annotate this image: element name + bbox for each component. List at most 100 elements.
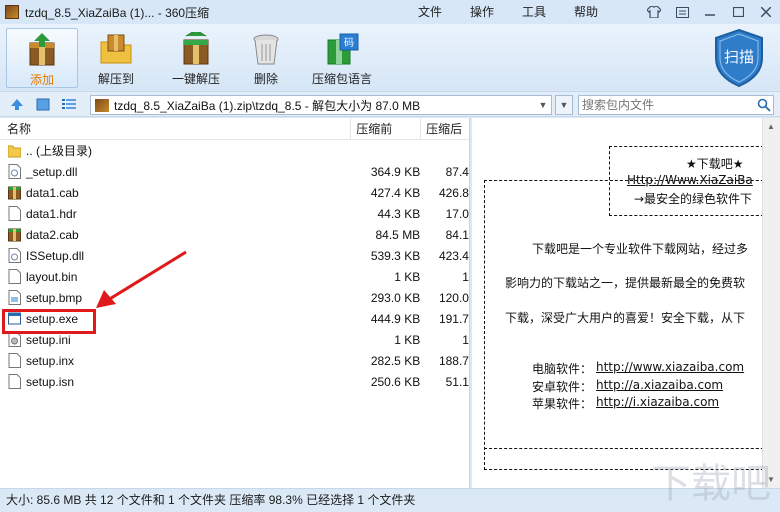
column-size-after[interactable]: 压缩后 <box>421 118 469 139</box>
file-name: setup.inx <box>26 353 75 368</box>
archive-language-icon: 码 <box>327 33 359 65</box>
preview-link-apple[interactable]: http://i.xiazaiba.com <box>596 395 719 409</box>
one-click-extract-button[interactable]: 一键解压 <box>160 28 232 88</box>
file-row[interactable]: data2.cab 84.5 MB 84.1 <box>0 224 469 245</box>
file-size-before: 84.5 MB <box>375 227 421 242</box>
file-icon <box>8 353 21 368</box>
search-icon[interactable] <box>757 98 771 112</box>
menu-tools[interactable]: 工具 <box>508 0 560 24</box>
file-size-after: 120.0 <box>438 290 469 305</box>
cab-archive-icon <box>8 185 21 200</box>
file-size-before: 282.5 KB <box>370 353 421 368</box>
cab-archive-icon <box>8 227 21 242</box>
up-arrow-icon[interactable] <box>10 98 24 111</box>
file-size-after: 84.1 <box>445 227 469 242</box>
file-icon <box>8 374 21 389</box>
preview-header-title: ★下载吧★ <box>686 157 744 171</box>
preview-link-label-pc: 电脑软件： <box>532 362 593 376</box>
file-size-before: 364.9 KB <box>370 164 421 179</box>
file-size-before: 1 KB <box>394 269 421 284</box>
preview-paragraph-1: 下载吧是一个专业软件下载网站，经过多 <box>532 242 749 256</box>
file-list-header: 名称 压缩前 压缩后 <box>0 118 469 140</box>
add-button[interactable]: 添加 <box>6 28 78 88</box>
search-input[interactable] <box>582 96 752 114</box>
preview-link-label-apple: 苹果软件： <box>532 397 593 411</box>
preview-link-label-android: 安卓软件： <box>532 380 593 394</box>
file-icon <box>8 269 21 284</box>
file-row[interactable]: data1.cab 427.4 KB 426.8 <box>0 182 469 203</box>
menu-file[interactable]: 文件 <box>404 0 456 24</box>
file-row[interactable]: ISSetup.dll 539.3 KB 423.4 <box>0 245 469 266</box>
window-controls <box>640 0 780 24</box>
file-row[interactable]: layout.bin 1 KB 1 <box>0 266 469 287</box>
search-field <box>578 95 774 115</box>
preview-header-url[interactable]: Http://Www.XiaZaiBa <box>627 173 753 187</box>
app-logo-icon <box>5 5 19 19</box>
preview-link-android[interactable]: http://a.xiazaiba.com <box>596 378 723 392</box>
file-list: .. (上级目录) _setup.dll 364.9 KB 87.4 data1.cab… <box>0 140 469 392</box>
menu-help[interactable]: 帮助 <box>560 0 612 24</box>
file-row[interactable]: setup.bmp 293.0 KB 120.0 <box>0 287 469 308</box>
preview-paragraph-2: 影响力的下载站之一，提供最新最全的免费软 <box>505 276 746 290</box>
preview-paragraph-3: 下载，深受广大用户的喜爱！安全下载，从下 <box>505 311 746 325</box>
preview-header-slogan: →最安全的绿色软件下 <box>634 192 753 206</box>
menu-bar: 文件 操作 工具 帮助 <box>404 0 612 24</box>
file-size-before: 44.3 KB <box>377 206 421 221</box>
thumbnail-view-icon[interactable] <box>36 98 50 111</box>
archive-language-label: 压缩包语言 <box>311 72 372 86</box>
svg-text:下载吧: 下载吧 <box>651 461 771 507</box>
preview-scrollbar[interactable]: ▲ ▼ <box>762 118 780 488</box>
image-file-icon <box>8 290 21 305</box>
extract-to-button[interactable]: 解压到 <box>80 28 152 88</box>
delete-label: 删除 <box>253 72 278 86</box>
toolbar: 添加 解压到 一键解压 删除 码 压缩包语言 <box>0 24 780 90</box>
maximize-icon[interactable] <box>724 0 752 24</box>
file-row[interactable]: setup.inx 282.5 KB 188.7 <box>0 350 469 371</box>
scroll-up-icon[interactable]: ▲ <box>767 122 775 131</box>
file-size-after: 188.7 <box>438 353 469 368</box>
file-name: data1.cab <box>26 185 79 200</box>
file-row[interactable]: .. (上级目录) <box>0 140 469 161</box>
file-size-before: 427.4 KB <box>370 185 421 200</box>
add-label: 添加 <box>29 73 54 87</box>
archive-language-button[interactable]: 码 压缩包语言 <box>304 28 380 88</box>
title-bar: tzdq_8.5_XiaZaiBa (1)... - 360压缩 文件 操作 工… <box>0 0 780 24</box>
preview-pane: ★下载吧★ Http://Www.XiaZaiBa →最安全的绿色软件下 下载吧… <box>472 118 762 488</box>
svg-text:码: 码 <box>344 37 354 49</box>
scan-button[interactable]: 扫描 <box>712 28 766 88</box>
path-text: tzdq_8.5_XiaZaiBa (1).zip\tzdq_8.5 - 解包大… <box>114 98 421 113</box>
extract-to-label: 解压到 <box>97 72 134 86</box>
file-size-before: 1 KB <box>394 332 421 347</box>
close-icon[interactable] <box>752 0 780 24</box>
path-field[interactable]: tzdq_8.5_XiaZaiBa (1).zip\tzdq_8.5 - 解包大… <box>90 95 552 115</box>
delete-button[interactable]: 删除 <box>230 28 302 88</box>
menu-list-icon[interactable] <box>668 0 696 24</box>
file-name: .. (上级目录) <box>26 144 92 158</box>
chevron-down-icon[interactable]: ▼ <box>536 97 550 113</box>
pointer-arrow-annotation <box>96 250 187 308</box>
selection-highlight-box <box>2 309 96 334</box>
ini-file-icon <box>8 332 21 347</box>
path-history-button[interactable]: ▼ <box>555 95 573 115</box>
file-size-after: 426.8 <box>438 185 469 200</box>
file-row[interactable]: _setup.dll 364.9 KB 87.4 <box>0 161 469 182</box>
column-name[interactable]: 名称 <box>0 118 352 139</box>
watermark-logo: 下载吧 <box>651 461 771 507</box>
one-click-extract-label: 一键解压 <box>171 72 220 86</box>
file-row[interactable]: data1.hdr 44.3 KB 17.0 <box>0 203 469 224</box>
preview-link-pc[interactable]: http://www.xiazaiba.com <box>596 360 744 374</box>
minimize-icon[interactable] <box>696 0 724 24</box>
dll-file-icon <box>8 164 21 179</box>
window-title: tzdq_8.5_XiaZaiBa (1)... - 360压缩 <box>25 5 210 20</box>
file-size-after: 191.7 <box>438 311 469 326</box>
menu-operation[interactable]: 操作 <box>456 0 508 24</box>
skin-shirt-icon[interactable] <box>640 0 668 24</box>
file-row[interactable]: setup.isn 250.6 KB 51.1 <box>0 371 469 392</box>
list-view-icon[interactable] <box>62 98 76 111</box>
file-size-after: 51.1 <box>445 374 469 389</box>
column-size-before[interactable]: 压缩前 <box>351 118 422 139</box>
file-name: setup.isn <box>26 374 75 389</box>
extract-folder-icon <box>100 34 132 64</box>
file-size-after: 1 <box>462 269 469 284</box>
one-click-extract-icon <box>183 32 209 65</box>
